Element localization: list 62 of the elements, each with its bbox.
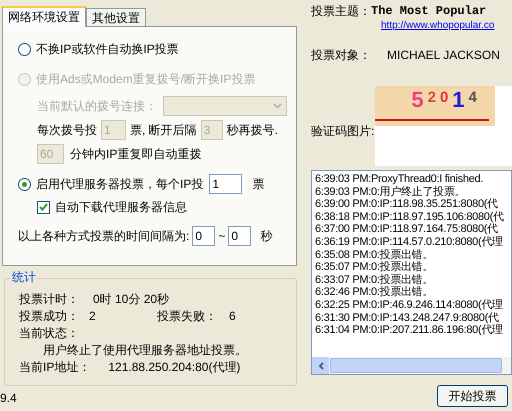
field-label: 投票对象： (311, 47, 371, 64)
log-line: 6:33:07 PM:0:投票出错。 (315, 274, 434, 286)
field-label: 票, 断开后隔 (130, 122, 197, 139)
log-line: 6:32:25 PM:0:IP:46.9.246.114:8080(代理 (315, 298, 504, 312)
log-line: 6:36:19 PM:0:IP:114.57.0.210:8080(代理 (315, 236, 504, 249)
stat-value: 2 (89, 308, 97, 324)
range-separator: ~ (218, 228, 226, 245)
log-line: 6:39:00 PM:0:IP:118.98.35.251:8080(代 (315, 198, 499, 211)
captcha-character: 5 (411, 88, 424, 112)
chevron-down-icon (273, 103, 282, 109)
tab[interactable]: 其他设置 (86, 8, 146, 27)
unit-label: 秒 (260, 228, 272, 245)
log-line: 6:37:00 PM:0:IP:118.97.164.75:8080(代 (315, 223, 499, 236)
number-field[interactable]: 1 (209, 174, 242, 194)
stat-value: 6 (229, 308, 236, 324)
version-label: 9.4 (0, 392, 18, 404)
topic-title: The Most Popular (371, 3, 486, 20)
field-label: 分钟内IP重复即自动重拨 (70, 146, 202, 163)
option-label: 启用代理服务器投票，每个IP投 (36, 176, 204, 193)
number-field[interactable]: 0 (228, 226, 252, 246)
checkbox[interactable] (37, 200, 50, 214)
field-label: 验证码图片: (311, 123, 374, 140)
group-title: 统计 (10, 270, 38, 284)
field-label: 以上各种方式投票的时间间隔为: (18, 228, 190, 245)
log-line: 6:31:04 PM:0:IP:207.211.86.196:80(代理 (315, 324, 504, 337)
field-label: 每次拨号投 (37, 122, 97, 139)
checkbox-label: 自动下载代理服务器信息 (55, 199, 187, 216)
field-label: 票 (252, 176, 264, 193)
log-line: 6:38:18 PM:0:IP:118.97.195.106:8080(代 (315, 210, 505, 224)
log-line: 6:39:03 PM:0:用户终止了投票。 (315, 186, 466, 198)
tab[interactable]: 网络环境设置 (2, 6, 86, 27)
captcha-character: 1 (452, 88, 465, 112)
start-vote-button[interactable]: 开始投票 (437, 385, 508, 407)
option-label: 使用Ads或Modem重复拨号/断开换IP投票 (36, 71, 256, 88)
number-field[interactable]: 0 (192, 226, 216, 246)
scroll-left-icon[interactable] (312, 357, 329, 374)
stat-label: 当前IP地址： (19, 359, 90, 375)
log-line: 6:35:07 PM:0:投票出错。 (315, 261, 434, 274)
captcha-character: 0 (440, 90, 448, 106)
field-label: 当前默认的拨号连接： (37, 98, 157, 115)
log-line: 6:31:30 PM:0:IP:143.248.247.9:8080(代 (315, 312, 500, 324)
log-line: 6:35:08 PM:0:投票出错。 (315, 248, 434, 261)
captcha-character: 2 (428, 90, 436, 106)
radio-button[interactable] (18, 178, 31, 190)
target-value: MICHAEL JACKSON (387, 47, 500, 64)
horizontal-scrollbar[interactable] (312, 357, 511, 374)
stat-label: 投票失败： (157, 308, 218, 324)
option-label: 不换IP或软件自动换IP投票 (36, 41, 179, 58)
radio-button[interactable] (18, 42, 31, 56)
stat-value: 0时 10分 20秒 (93, 291, 170, 307)
log-line: 6:32:46 PM:0:投票出错。 (315, 286, 434, 299)
captcha-character: 4 (468, 90, 477, 106)
topic-link[interactable]: http://www.whopopular.co (381, 20, 512, 32)
stat-label: 当前状态： (19, 325, 80, 341)
stat-label: 投票计时： (19, 291, 79, 307)
field-label: 投票主题： (311, 3, 371, 20)
log-line: 6:39:03 PM:ProxyThread0:I finished. (315, 173, 484, 186)
stat-value: 121.88.250.204:80(代理) (108, 359, 240, 375)
stat-label: 投票成功： (19, 308, 80, 324)
status-text: 用户终止了使用代理服务器地址投票。 (42, 342, 248, 358)
field-label: 秒再拨号. (226, 122, 278, 139)
scroll-thumb[interactable] (330, 358, 502, 373)
